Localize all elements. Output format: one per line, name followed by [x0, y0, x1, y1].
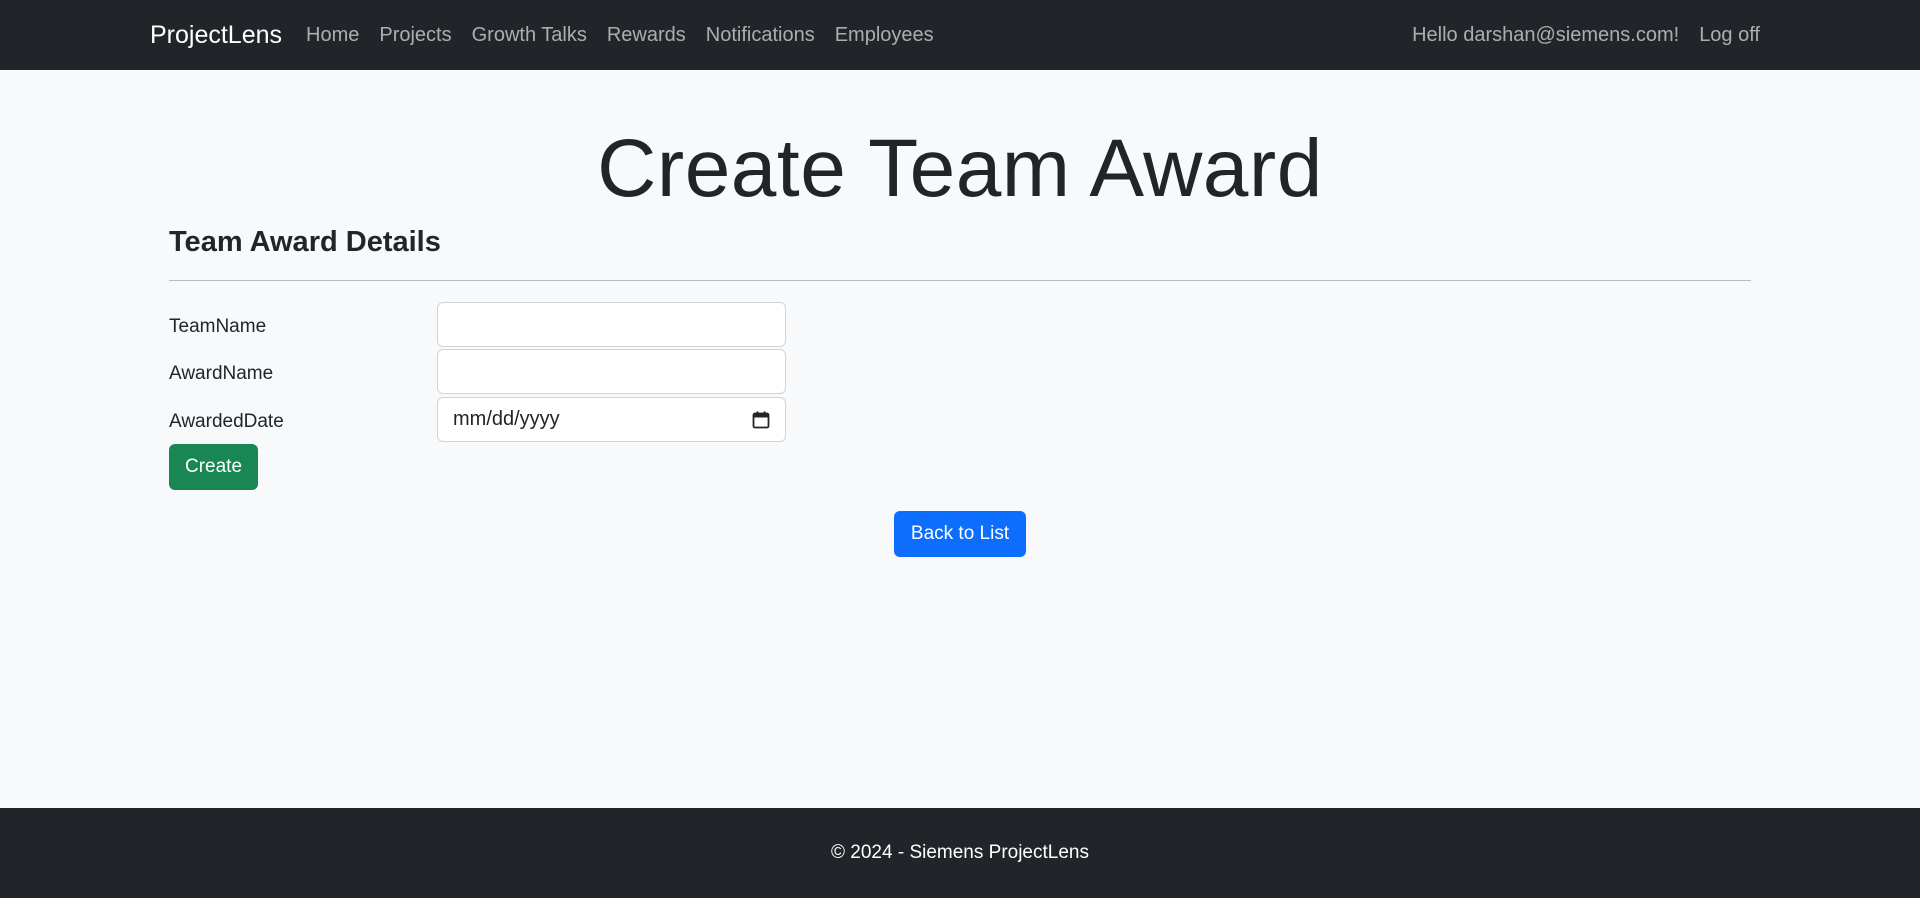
nav-link-employees[interactable]: Employees [835, 24, 934, 47]
back-to-list-button[interactable]: Back to List [894, 511, 1026, 557]
awarded-date-placeholder: mm/dd/yyyy [453, 408, 560, 430]
create-button[interactable]: Create [169, 444, 258, 490]
nav-link-notifications[interactable]: Notifications [706, 24, 815, 47]
logoff-link[interactable]: Log off [1699, 24, 1760, 47]
nav-link-growth-talks[interactable]: Growth Talks [472, 24, 587, 47]
awarded-date-input[interactable]: mm/dd/yyyy [437, 397, 786, 442]
team-name-input[interactable] [437, 302, 786, 347]
nav-link-home[interactable]: Home [306, 24, 359, 47]
nav-links: Home Projects Growth Talks Rewards Notif… [306, 24, 934, 47]
team-name-label: TeamName [169, 316, 267, 337]
section-heading: Team Award Details [169, 226, 441, 258]
awarded-date-label: AwardedDate [169, 411, 284, 432]
award-name-label: AwardName [169, 363, 274, 384]
user-greeting-link[interactable]: Hello darshan@siemens.com! [1412, 24, 1679, 47]
section-divider [169, 280, 1751, 281]
footer-copyright: © 2024 - Siemens ProjectLens [831, 842, 1089, 863]
nav-user-area: Hello darshan@siemens.com! Log off [1412, 24, 1760, 47]
top-navbar: ProjectLens Home Projects Growth Talks R… [0, 0, 1920, 70]
calendar-icon[interactable] [752, 411, 770, 429]
nav-link-projects[interactable]: Projects [379, 24, 451, 47]
brand-link[interactable]: ProjectLens [150, 21, 282, 50]
nav-link-rewards[interactable]: Rewards [607, 24, 686, 47]
award-name-input[interactable] [437, 349, 786, 394]
page-title: Create Team Award [597, 123, 1323, 214]
footer: © 2024 - Siemens ProjectLens [0, 808, 1920, 898]
